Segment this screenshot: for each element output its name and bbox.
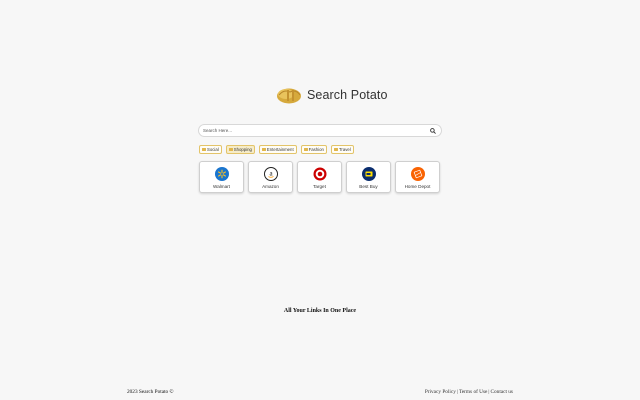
search-icon	[430, 127, 436, 134]
bestbuy-icon	[361, 167, 376, 181]
category-label: Entertainment	[266, 147, 294, 152]
shortcut-bestbuy[interactable]: Best Buy	[346, 161, 391, 193]
category-social[interactable]: Social	[199, 145, 222, 154]
folder-icon	[261, 148, 266, 151]
contact-us-link[interactable]: Contact us	[490, 389, 513, 395]
privacy-policy-link[interactable]: Privacy Policy	[425, 389, 456, 395]
shortcut-grid: Walmart a Amazon Target Best Buy Home De…	[199, 161, 440, 193]
brand-name: Search Potato	[307, 88, 388, 102]
tagline: All Your Links In One Place	[283, 308, 357, 314]
category-label: Travel	[338, 147, 351, 152]
footer-links: Privacy Policy | Terms of Use | Contact …	[425, 389, 513, 395]
search-input[interactable]	[203, 128, 429, 133]
category-entertainment[interactable]: Entertainment	[258, 145, 297, 154]
shortcut-amazon[interactable]: a Amazon	[248, 161, 293, 193]
amazon-icon: a	[263, 167, 278, 181]
category-tabs: Social Shopping Entertainment Fashion Tr…	[199, 145, 354, 154]
shortcut-label: Walmart	[213, 184, 230, 189]
shortcut-label: Home Depot	[404, 184, 431, 189]
svg-text:a: a	[269, 170, 273, 178]
category-shopping[interactable]: Shopping	[225, 145, 255, 154]
folder-icon	[333, 148, 338, 151]
category-label: Fashion	[308, 147, 324, 152]
footer-separator: |	[456, 389, 458, 395]
shortcut-label: Target	[313, 184, 326, 189]
category-label: Social	[207, 147, 219, 152]
footer-copyright: 2023 Search Potato ©	[127, 389, 174, 395]
category-label: Shopping	[233, 147, 252, 152]
shortcut-homedepot[interactable]: Home Depot	[395, 161, 440, 193]
target-icon	[313, 167, 327, 181]
footer-separator: |	[488, 389, 490, 395]
potato-icon	[277, 88, 301, 104]
shortcut-target[interactable]: Target	[297, 161, 342, 193]
shortcut-label: Best Buy	[359, 184, 378, 189]
search-bar	[198, 124, 442, 137]
shortcut-label: Amazon	[262, 184, 279, 189]
category-fashion[interactable]: Fashion	[300, 145, 327, 154]
folder-icon	[228, 148, 233, 151]
category-travel[interactable]: Travel	[330, 145, 354, 154]
brand-logo[interactable]: Search Potato	[276, 84, 388, 106]
folder-icon	[303, 148, 308, 151]
search-button[interactable]	[429, 127, 437, 135]
walmart-icon	[214, 167, 229, 181]
folder-icon	[202, 148, 206, 151]
homedepot-icon	[410, 167, 425, 181]
terms-of-use-link[interactable]: Terms of Use	[459, 389, 487, 395]
shortcut-walmart[interactable]: Walmart	[199, 161, 244, 193]
